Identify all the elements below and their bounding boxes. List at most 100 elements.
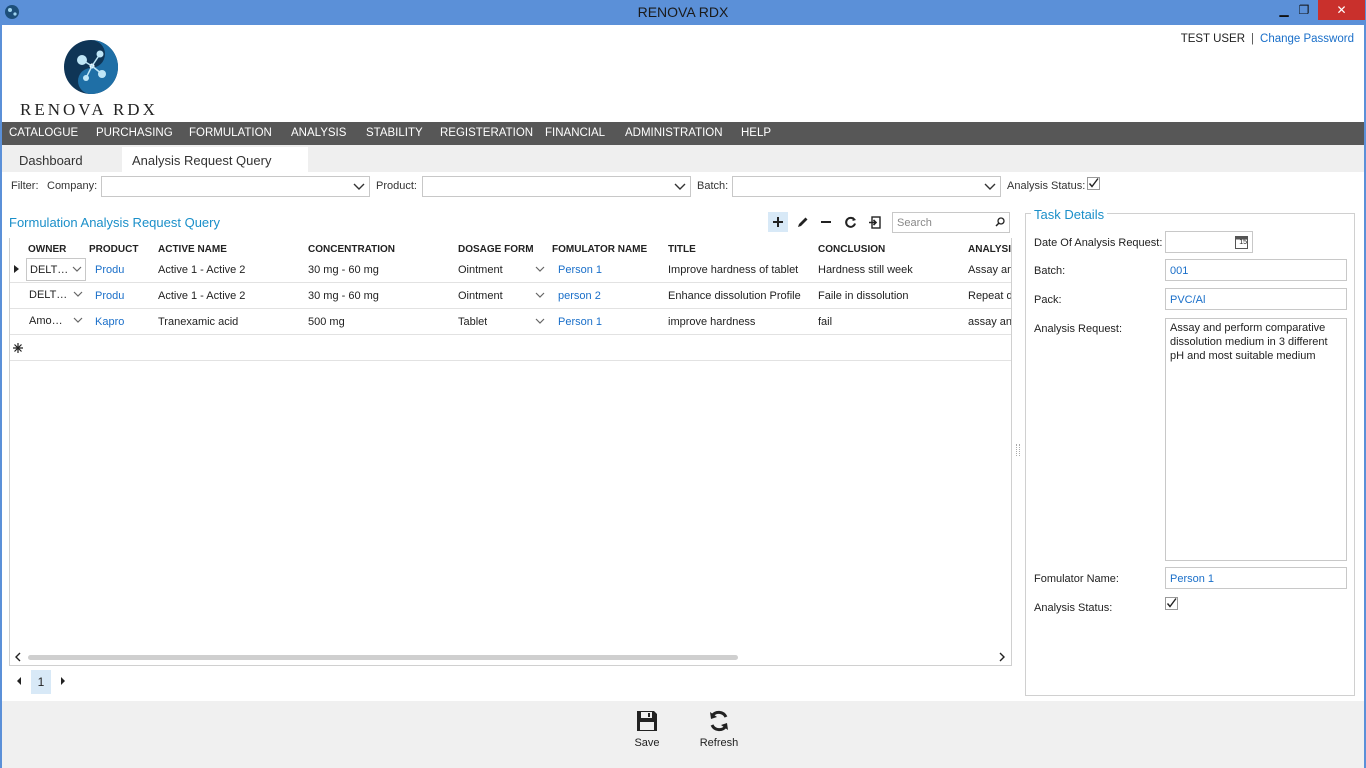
change-password-link[interactable]: Change Password [1260,33,1354,45]
formulator-cell[interactable]: person 2 [558,290,601,302]
task-details-title: Task Details [1031,207,1107,222]
current-row-marker-icon [14,265,19,273]
maximize-button[interactable]: ❐ [1290,0,1318,20]
export-button[interactable] [864,212,884,232]
owner-select[interactable]: DELT… [26,284,86,307]
product-cell[interactable]: Produ [95,290,137,302]
dosage-form-cell: Ointment [458,290,503,302]
search-icon [995,217,1005,227]
date-picker[interactable]: 15 [1165,231,1253,253]
formulator-cell[interactable]: Person 1 [558,264,602,276]
product-cell[interactable]: Produ [95,264,137,276]
horizontal-scrollbar[interactable] [10,650,1011,664]
pack-label: Pack: [1034,294,1062,306]
logo-text: RENOVA RDX [20,100,158,120]
close-button[interactable]: ✕ [1318,0,1365,20]
column-header-owner[interactable]: OWNER [28,244,66,255]
batch-field[interactable]: 001 [1165,259,1347,281]
column-header-concentration[interactable]: CONCENTRATION [308,244,395,255]
analysis-request-label: Analysis Request: [1034,323,1122,335]
analysis-status-checkbox[interactable] [1087,177,1100,190]
company-label: Company: [47,180,97,192]
column-header-analysis[interactable]: ANALYSIS [968,244,1011,255]
menu-catalogue[interactable]: CATALOGUE [9,127,78,139]
floppy-disk-icon [635,709,659,733]
formulator-name-field[interactable]: Person 1 [1165,567,1347,589]
menu-administration[interactable]: ADMINISTRATION [625,127,723,139]
export-icon [868,216,881,229]
filter-label: Filter: [11,180,39,192]
edit-button[interactable] [792,212,812,232]
formulator-cell[interactable]: Person 1 [558,316,602,328]
active-name-cell: Active 1 - Active 2 [158,264,245,276]
column-header-title[interactable]: TITLE [668,244,696,255]
refresh-grid-button[interactable] [840,212,860,232]
grid-search-input[interactable]: Search [892,212,1010,233]
tab-analysis-request-query[interactable]: Analysis Request Query [122,147,308,172]
analysis-request-grid: OWNER PRODUCT ACTIVE NAME CONCENTRATION … [9,238,1012,666]
menu-help[interactable]: HELP [741,127,771,139]
next-page-icon[interactable] [59,676,67,686]
page-number-button[interactable]: 1 [31,670,51,694]
table-row[interactable]: Amo… Kapro Tranexamic acid 500 mg Tablet… [10,309,1011,335]
window-titlebar: RENOVA RDX ▁ ❐ ✕ [0,0,1366,25]
product-label: Product: [376,180,417,192]
concentration-cell: 30 mg - 60 mg [308,290,379,302]
analysis-status-detail-checkbox[interactable] [1165,597,1178,610]
batch-select[interactable] [732,176,1001,197]
user-separator: | [1251,33,1254,45]
menu-financial[interactable]: FINANCIAL [545,127,605,139]
scroll-left-icon[interactable] [14,652,22,662]
menu-registeration[interactable]: REGISTERATION [440,127,533,139]
save-button[interactable]: Save [617,709,677,749]
pencil-icon [796,216,809,229]
refresh-icon [707,709,731,733]
chevron-down-icon[interactable] [535,291,545,299]
column-header-conclusion[interactable]: CONCLUSION [818,244,885,255]
conclusion-cell: fail [818,316,958,328]
main-menu: CATALOGUE PURCHASING FORMULATION ANALYSI… [2,122,1364,145]
chevron-down-icon[interactable] [535,265,545,273]
product-cell[interactable]: Kapro [95,316,137,328]
chevron-down-icon[interactable] [535,317,545,325]
company-select[interactable] [101,176,370,197]
owner-select[interactable]: Amo… [26,310,86,333]
column-header-formulator-name[interactable]: FOMULATOR NAME [552,244,647,255]
concentration-cell: 30 mg - 60 mg [308,264,379,276]
column-header-dosage-form[interactable]: DOSAGE FORM [458,244,534,255]
tab-dashboard[interactable]: Dashboard [9,147,93,172]
menu-analysis[interactable]: ANALYSIS [291,127,346,139]
active-name-cell: Tranexamic acid [158,316,238,328]
table-row[interactable]: DELT… Produ Active 1 - Active 2 30 mg - … [10,257,1011,283]
new-row-icon [13,343,23,353]
chevron-down-icon [353,180,365,192]
new-row[interactable] [10,335,1011,361]
delete-button[interactable] [816,212,836,232]
menu-purchasing[interactable]: PURCHASING [96,127,173,139]
title-cell: improve hardness [668,316,808,328]
dosage-form-cell: Ointment [458,264,503,276]
menu-formulation[interactable]: FORMULATION [189,127,272,139]
analysis-status-detail-label: Analysis Status: [1034,602,1112,614]
column-header-active-name[interactable]: ACTIVE NAME [158,244,227,255]
title-cell: Enhance dissolution Profile [668,290,808,302]
owner-cell: DELT… [29,289,67,301]
column-header-product[interactable]: PRODUCT [89,244,138,255]
brand-logo: RENOVA RDX [18,36,178,120]
product-select[interactable] [422,176,691,197]
panel-splitter[interactable] [1016,444,1020,456]
task-details-panel: Task Details Date Of Analysis Request: 1… [1025,213,1355,696]
table-row[interactable]: DELT… Produ Active 1 - Active 2 30 mg - … [10,283,1011,309]
previous-page-icon[interactable] [15,676,23,686]
menu-stability[interactable]: STABILITY [366,127,423,139]
owner-select[interactable]: DELT… [26,258,86,281]
add-button[interactable] [768,212,788,232]
pack-field[interactable]: PVC/Al [1165,288,1347,310]
scrollbar-thumb[interactable] [28,655,738,660]
scroll-right-icon[interactable] [998,652,1006,662]
user-bar: TEST USER|Change Password [1181,33,1354,45]
analysis-cell: Assay and [968,264,1011,276]
analysis-request-textarea[interactable]: Assay and perform comparative dissolutio… [1165,318,1347,561]
conclusion-cell: Faile in dissolution [818,290,958,302]
refresh-button[interactable]: Refresh [689,709,749,749]
